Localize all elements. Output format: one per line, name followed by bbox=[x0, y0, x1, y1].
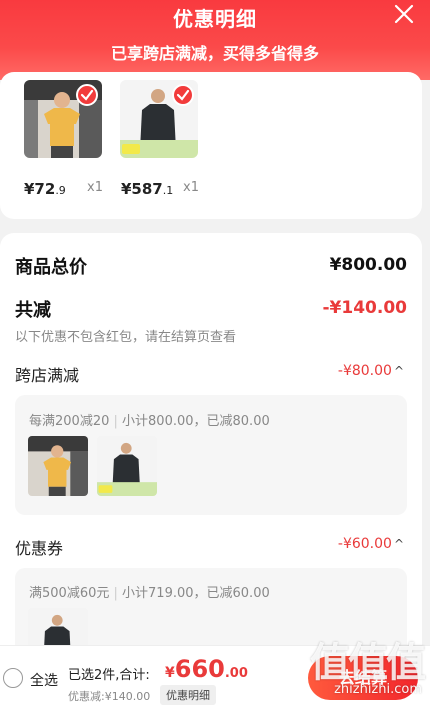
product-image-tshirt[interactable] bbox=[24, 80, 102, 158]
product-price: ¥72.9 bbox=[24, 180, 66, 198]
total-discount-value: -¥140.00 bbox=[322, 298, 408, 318]
discount-amount: 优惠减:¥140.00 bbox=[68, 690, 151, 703]
discount-note: 以下优惠不包含红包，请在结算页查看 bbox=[15, 330, 237, 345]
selected-count: 已选2件,合计: bbox=[68, 668, 150, 683]
total-price-value: ¥800.00 bbox=[329, 255, 407, 275]
product-price: ¥587.1 bbox=[121, 180, 174, 198]
product-qty: x1 bbox=[183, 180, 199, 195]
select-all-label[interactable]: 全选 bbox=[30, 670, 58, 690]
product-card: ¥72.9 x1 ¥587.1 x1 bbox=[0, 72, 422, 219]
coupon-label: 优惠券 bbox=[15, 539, 64, 558]
product-image-jacket[interactable] bbox=[120, 80, 198, 158]
discount-summary-card: 商品总价 ¥800.00 共减 -¥140.00 以下优惠不包含红包，请在结算页… bbox=[0, 233, 422, 663]
cross-store-rule: 每满200减20 | 小计800.00，已减80.00 bbox=[29, 414, 270, 429]
chevron-up-icon[interactable]: ^ bbox=[394, 537, 404, 551]
radio-icon[interactable] bbox=[3, 668, 23, 688]
cross-store-value[interactable]: -¥80.00 ^ bbox=[338, 363, 404, 379]
watermark-logo: 值值值 bbox=[310, 640, 426, 686]
discount-detail-button[interactable]: 优惠明细 bbox=[160, 685, 216, 705]
page-title: 优惠明细 bbox=[173, 7, 257, 31]
total-amount: ¥660.00 bbox=[165, 655, 248, 683]
total-price-label: 商品总价 bbox=[15, 257, 87, 278]
check-icon[interactable] bbox=[172, 84, 194, 106]
cross-store-detail-box: 每满200减20 | 小计800.00，已减80.00 bbox=[15, 395, 407, 515]
product-image-tshirt bbox=[28, 436, 88, 496]
coupon-value[interactable]: -¥60.00 ^ bbox=[338, 536, 404, 552]
check-icon[interactable] bbox=[76, 84, 98, 106]
product-qty: x1 bbox=[87, 180, 103, 195]
total-discount-label: 共减 bbox=[15, 300, 51, 321]
close-icon[interactable] bbox=[392, 2, 416, 26]
chevron-up-icon[interactable]: ^ bbox=[394, 364, 404, 378]
discount-detail-header: 优惠明细 已享跨店满减，买得多省得多 bbox=[0, 0, 430, 80]
page-subtitle: 已享跨店满减，买得多省得多 bbox=[110, 44, 319, 63]
watermark-site: zhizhizhi.com bbox=[334, 682, 422, 697]
cross-store-label: 跨店满减 bbox=[15, 366, 80, 385]
coupon-rule: 满500减60元 | 小计719.00，已减60.00 bbox=[29, 586, 270, 601]
product-image-jacket bbox=[97, 436, 157, 496]
